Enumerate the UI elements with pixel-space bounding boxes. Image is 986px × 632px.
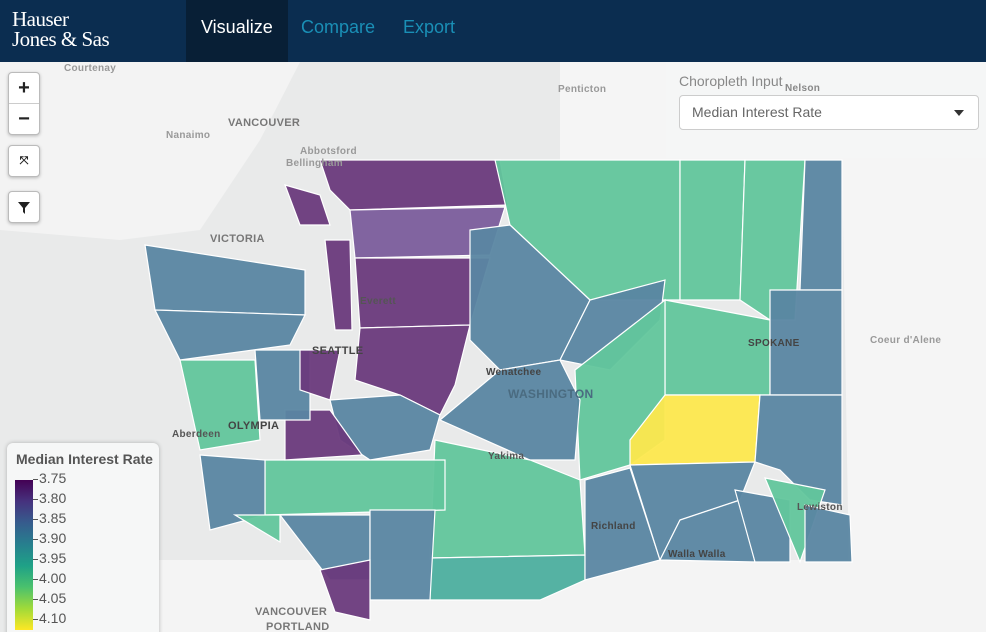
legend-tick: 4.05	[33, 590, 66, 606]
city-label: Yakima	[488, 451, 525, 462]
city-label: PORTLAND	[266, 621, 330, 632]
city-label: Lewiston	[797, 502, 843, 513]
zoom-in-button[interactable]: +	[9, 73, 39, 104]
county-region[interactable]	[679, 159, 746, 301]
city-label: Wenatchee	[486, 367, 542, 378]
city-label: Courtenay	[64, 63, 117, 74]
city-label: Bellingham	[286, 158, 343, 169]
county-region[interactable]	[369, 509, 436, 601]
selected-value: Median Interest Rate	[692, 104, 822, 120]
city-label: SEATTLE	[312, 345, 364, 357]
legend-tick: 3.90	[33, 530, 66, 546]
chevron-down-icon	[954, 110, 964, 116]
city-label: Everett	[360, 296, 397, 307]
legend-tick: 4.10	[33, 610, 66, 626]
county-region[interactable]	[799, 159, 843, 291]
zoom-out-button[interactable]: −	[9, 104, 39, 134]
city-label: VICTORIA	[210, 233, 265, 245]
legend-tick: 3.80	[33, 490, 66, 506]
city-label: Nanaimo	[166, 130, 211, 141]
fit-bounds-button[interactable]: ⤧	[8, 145, 40, 177]
city-label: Abbotsford	[300, 146, 357, 157]
county-region[interactable]	[804, 504, 853, 563]
filter-icon	[9, 192, 39, 222]
filter-button[interactable]	[8, 191, 40, 223]
county-region[interactable]	[264, 459, 446, 516]
choropleth-select[interactable]: Median Interest Rate	[679, 95, 979, 130]
city-label: Coeur d'Alene	[870, 335, 942, 346]
zoom-control: + −	[8, 72, 40, 135]
legend-title: Median Interest Rate	[16, 451, 153, 467]
city-label: Aberdeen	[172, 429, 221, 440]
city-label: VANCOUVER	[255, 606, 328, 618]
city-label: Penticton	[558, 84, 607, 95]
city-label: OLYMPIA	[228, 420, 280, 432]
color-ramp	[15, 480, 33, 630]
expand-icon: ⤧	[19, 155, 29, 167]
choropleth-panel: Choropleth Input Median Interest Rate	[666, 62, 986, 158]
tab-compare[interactable]: Compare	[286, 0, 390, 62]
choropleth-label: Choropleth Input	[679, 73, 783, 89]
city-label: VANCOUVER	[228, 117, 301, 129]
legend-tick: 4.00	[33, 570, 66, 586]
legend: Median Interest Rate 3.75 3.80 3.85 3.90 3.9…	[7, 443, 159, 632]
state-label: WASHINGTON	[508, 387, 594, 401]
legend-tick: 3.95	[33, 550, 66, 566]
legend-tick: 3.85	[33, 510, 66, 526]
city-label: SPOKANE	[748, 338, 800, 349]
city-label: Richland	[591, 521, 636, 532]
county-region[interactable]	[319, 159, 509, 211]
logo[interactable]: Hauser Jones & Sas	[12, 9, 110, 50]
city-label: Nelson	[785, 83, 821, 94]
city-label: Walla Walla	[668, 549, 726, 560]
tab-export[interactable]: Export	[388, 0, 470, 62]
legend-tick: 3.75	[33, 470, 66, 486]
top-nav: Hauser Jones & Sas Visualize Compare Expo…	[0, 0, 986, 62]
tab-visualize[interactable]: Visualize	[186, 0, 288, 62]
